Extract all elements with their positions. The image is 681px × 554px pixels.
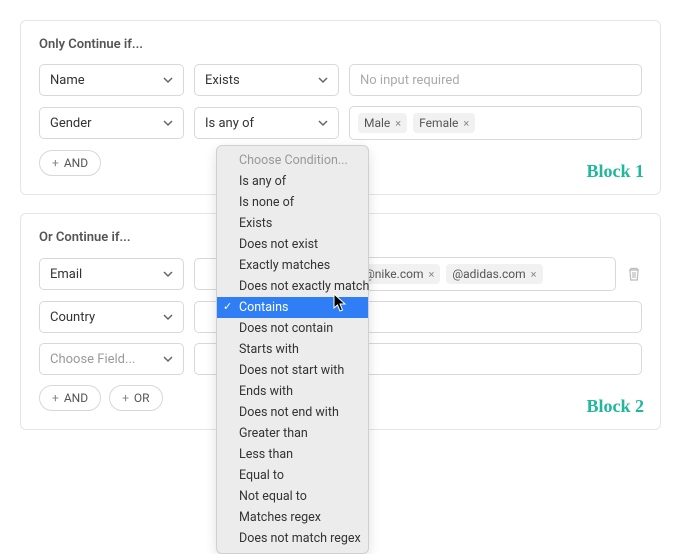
tag-label: @nike.com [364, 267, 423, 281]
field-select-label: Gender [50, 116, 92, 131]
tag-label: @adidas.com [452, 267, 525, 281]
add-or-button[interactable]: + OR [109, 385, 162, 411]
dropdown-item-less-than[interactable]: Less than [217, 444, 368, 465]
chevron-down-icon [163, 312, 173, 322]
tag-remove-icon[interactable]: × [463, 117, 469, 130]
condition-row: Gender Is any of Male × Female × [39, 106, 642, 140]
value-input[interactable]: Male × Female × [349, 106, 642, 140]
value-placeholder: No input required [360, 73, 460, 88]
chevron-down-icon [318, 75, 328, 85]
add-and-button[interactable]: + AND [39, 385, 101, 411]
dropdown-item-equal-to[interactable]: Equal to [217, 465, 368, 486]
value-input[interactable] [349, 301, 642, 333]
block-annotation: Block 1 [586, 161, 644, 182]
tag-label: Female [419, 116, 458, 130]
field-select-label: Email [50, 267, 82, 282]
condition-select-label: Is any of [205, 116, 254, 131]
dropdown-item-exactly-matches[interactable]: Exactly matches [217, 255, 368, 276]
dropdown-item-does-not-match-regex[interactable]: Does not match regex [217, 528, 368, 549]
dropdown-item-does-not-start-with[interactable]: Does not start with [217, 360, 368, 381]
dropdown-item-not-equal-to[interactable]: Not equal to [217, 486, 368, 507]
tag: @nike.com × [358, 264, 440, 284]
field-select-label: Country [50, 310, 95, 325]
dropdown-item-label: Contains [239, 300, 288, 315]
tag: @adidas.com × [446, 264, 542, 284]
field-select-label: Name [50, 73, 85, 88]
add-and-button[interactable]: + AND [39, 150, 101, 176]
plus-icon: + [52, 156, 59, 170]
dropdown-item-ends-with[interactable]: Ends with [217, 381, 368, 402]
value-input[interactable]: @nike.com × @adidas.com × [349, 257, 616, 291]
condition-select[interactable]: Exists [194, 64, 339, 96]
button-label: AND [64, 391, 88, 405]
tag-remove-icon[interactable]: × [428, 268, 434, 281]
dropdown-item-exists[interactable]: Exists [217, 213, 368, 234]
dropdown-item-does-not-exist[interactable]: Does not exist [217, 234, 368, 255]
trash-icon[interactable] [626, 266, 642, 282]
dropdown-item-is-any-of[interactable]: Is any of [217, 171, 368, 192]
condition-row: Name Exists No input required [39, 64, 642, 96]
dropdown-item-does-not-contain[interactable]: Does not contain [217, 318, 368, 339]
dropdown-item-matches-regex[interactable]: Matches regex [217, 507, 368, 528]
tag-label: Male [364, 116, 390, 130]
tag-remove-icon[interactable]: × [531, 268, 537, 281]
block-title: Only Continue if... [39, 37, 642, 52]
condition-select-label: Exists [205, 73, 240, 88]
value-input-disabled: No input required [349, 64, 642, 96]
button-label: AND [64, 156, 88, 170]
dropdown-header: Choose Condition... [217, 150, 368, 171]
block-annotation: Block 2 [586, 396, 644, 417]
button-label: OR [134, 391, 150, 405]
dropdown-item-starts-with[interactable]: Starts with [217, 339, 368, 360]
tag: Female × [413, 113, 475, 133]
dropdown-item-contains[interactable]: ✓ Contains [217, 297, 368, 318]
chevron-down-icon [318, 118, 328, 128]
field-select-placeholder: Choose Field... [50, 352, 135, 367]
field-select[interactable]: Name [39, 64, 184, 96]
field-select[interactable]: Gender [39, 107, 184, 139]
chevron-down-icon [163, 75, 173, 85]
condition-dropdown: Choose Condition... Is any of Is none of… [216, 145, 369, 554]
tag-remove-icon[interactable]: × [395, 117, 401, 130]
dropdown-item-does-not-end-with[interactable]: Does not end with [217, 402, 368, 423]
chevron-down-icon [163, 118, 173, 128]
value-input[interactable] [349, 343, 642, 375]
dropdown-item-is-none-of[interactable]: Is none of [217, 192, 368, 213]
plus-icon: + [122, 391, 129, 405]
chevron-down-icon [163, 354, 173, 364]
plus-icon: + [52, 391, 59, 405]
chevron-down-icon [163, 269, 173, 279]
tag: Male × [358, 113, 407, 133]
field-select[interactable]: Email [39, 258, 184, 290]
field-select[interactable]: Choose Field... [39, 343, 184, 375]
field-select[interactable]: Country [39, 301, 184, 333]
dropdown-item-does-not-exactly-match[interactable]: Does not exactly match [217, 276, 368, 297]
condition-select[interactable]: Is any of [194, 107, 339, 139]
dropdown-item-greater-than[interactable]: Greater than [217, 423, 368, 444]
check-icon: ✓ [223, 300, 232, 313]
